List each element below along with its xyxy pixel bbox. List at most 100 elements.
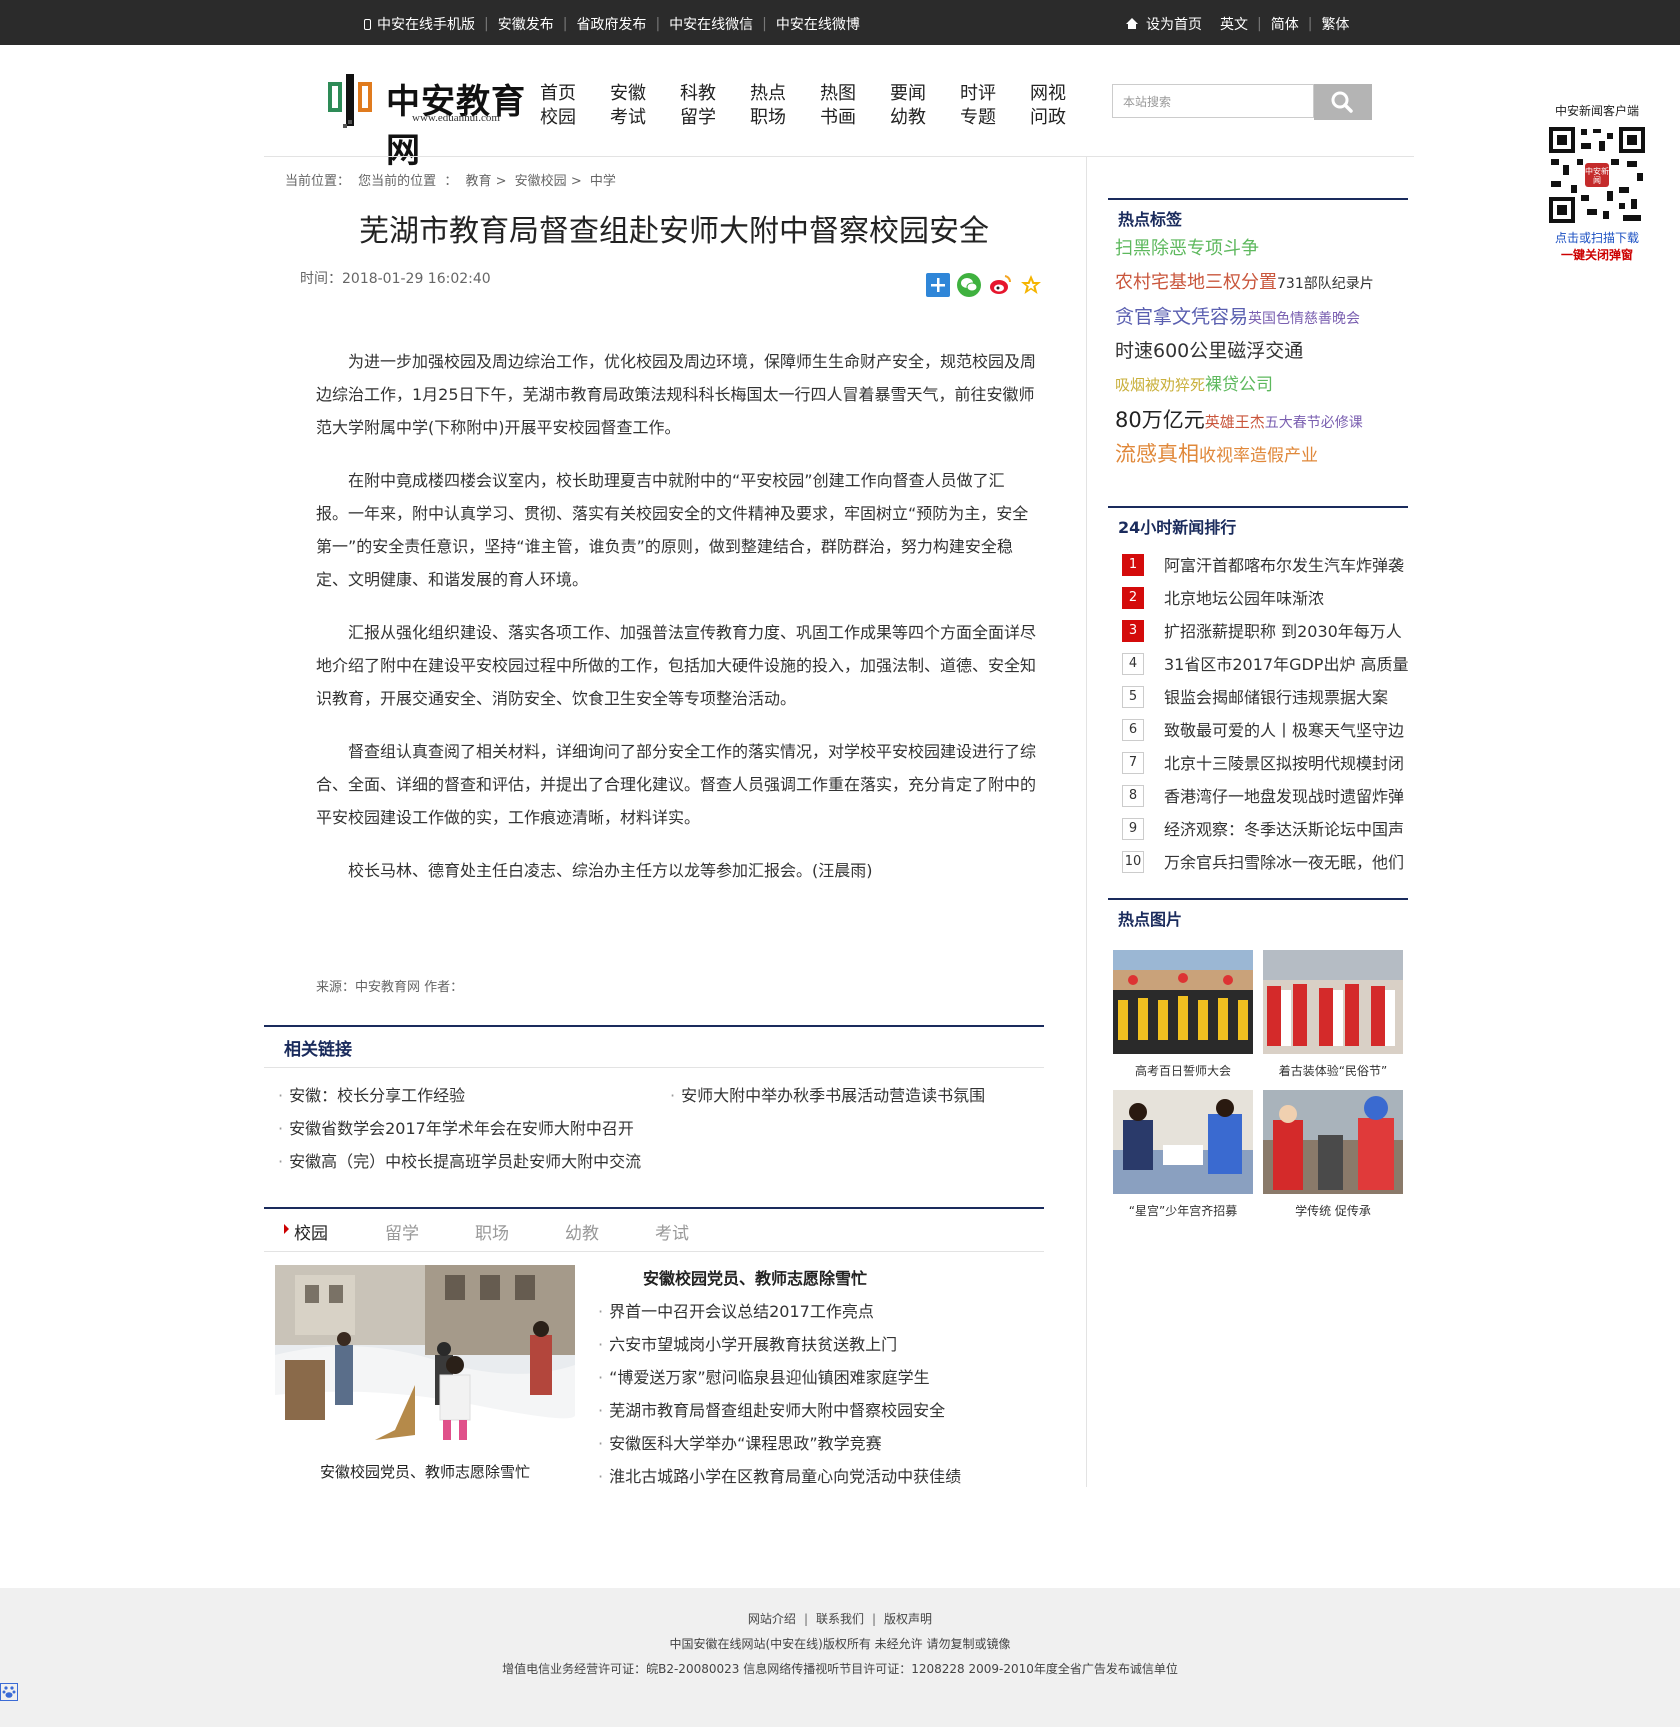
top-link-weibo[interactable]: 中安在线微博 <box>776 14 860 34</box>
hot-tag[interactable]: 裸贷公司 <box>1205 375 1273 395</box>
hot-tag[interactable]: 英雄王杰 <box>1205 413 1265 431</box>
top-link-wechat[interactable]: 中安在线微信 <box>669 14 753 34</box>
english-link[interactable]: 英文 <box>1220 14 1248 34</box>
set-homepage-link[interactable]: 设为首页 <box>1146 14 1202 34</box>
nav-hot-pics[interactable]: 热图 <box>820 83 856 104</box>
breadcrumb-middle-school[interactable]: 中学 <box>590 174 616 189</box>
hot-pic-image[interactable] <box>1113 950 1253 1054</box>
nav-science[interactable]: 科教 <box>680 83 716 104</box>
rank-item[interactable]: 8 香港湾仔一地盘发现战时遗留炸弹 <box>1122 781 1422 814</box>
hot-tag[interactable]: 时速600公里磁浮交通 <box>1115 340 1303 362</box>
rank-item[interactable]: 4 31省区市2017年GDP出炉 高质量 <box>1122 649 1422 682</box>
share-weibo-icon[interactable] <box>988 273 1012 297</box>
nav-campus[interactable]: 校园 <box>540 107 576 128</box>
related-link[interactable]: 安师大附中举办秋季书展活动营造读书氛围 <box>670 1082 985 1106</box>
nav-special[interactable]: 专题 <box>960 107 996 128</box>
rank-title[interactable]: 扩招涨薪提职称 到2030年每万人 <box>1164 618 1402 642</box>
related-link[interactable]: 安徽省数学会2017年学术年会在安师大附中召开 <box>278 1115 634 1139</box>
list-item[interactable]: 安徽医科大学举办“课程思政”教学竞赛 <box>598 1427 961 1460</box>
tab-study-abroad[interactable]: 留学 <box>385 1219 419 1244</box>
share-more-icon[interactable] <box>926 273 950 297</box>
hot-tag[interactable]: 80万亿元 <box>1115 408 1205 432</box>
search-input[interactable]: 本站搜索 <box>1112 84 1314 118</box>
related-link[interactable]: 安徽高（完）中校长提高班学员赴安师大附中交流 <box>278 1148 641 1172</box>
top-link-mobile[interactable]: 中安在线手机版 <box>377 14 475 34</box>
nav-hot[interactable]: 热点 <box>750 83 786 104</box>
list-item[interactable]: 芜湖市教育局督查组赴安师大附中督察校园安全 <box>598 1394 961 1427</box>
rank-item[interactable]: 5 银监会揭邮储银行违规票据大案 <box>1122 682 1422 715</box>
hot-tag[interactable]: 731部队纪录片 <box>1277 276 1374 292</box>
rank-title[interactable]: 香港湾仔一地盘发现战时遗留炸弹 <box>1164 783 1404 807</box>
rank-title[interactable]: 经济观察：冬季达沃斯论坛中国声 <box>1164 816 1404 840</box>
rank-title[interactable]: 银监会揭邮储银行违规票据大案 <box>1164 684 1388 708</box>
top-link-anhui-release[interactable]: 安徽发布 <box>498 14 554 34</box>
nav-anhui[interactable]: 安徽 <box>610 83 646 104</box>
tab-campus[interactable]: 校园 <box>294 1219 328 1244</box>
rank-title[interactable]: 31省区市2017年GDP出炉 高质量 <box>1164 651 1409 675</box>
nav-calligraphy[interactable]: 书画 <box>820 107 856 128</box>
rank-item[interactable]: 10 万余官兵扫雪除冰一夜无眠，他们 <box>1122 847 1422 880</box>
list-item[interactable]: 六安市望城岗小学开展教育扶贫送教上门 <box>598 1328 961 1361</box>
nav-commentary[interactable]: 时评 <box>960 83 996 104</box>
hot-tag[interactable]: 五大春节必修课 <box>1265 415 1363 431</box>
tab-career[interactable]: 职场 <box>475 1219 509 1244</box>
nav-home[interactable]: 首页 <box>540 83 576 104</box>
footer-link-contact[interactable]: 联系我们 <box>816 1612 864 1626</box>
nav-exam[interactable]: 考试 <box>610 107 646 128</box>
hot-tag[interactable]: 收视率造假产业 <box>1199 446 1318 466</box>
feature-image-caption[interactable]: 安徽校园党员、教师志愿除雪忙 <box>275 1461 575 1482</box>
rank-item[interactable]: 6 致敬最可爱的人丨极寒天气坚守边 <box>1122 715 1422 748</box>
rank-item[interactable]: 3 扩招涨薪提职称 到2030年每万人 <box>1122 616 1422 649</box>
breadcrumb-anhui-campus[interactable]: 安徽校园 <box>515 174 567 189</box>
list-item[interactable]: “博爱送万家”慰问临泉县迎仙镇困难家庭学生 <box>598 1361 961 1394</box>
rank-item[interactable]: 2 北京地坛公园年味渐浓 <box>1122 583 1422 616</box>
rank-title[interactable]: 北京十三陵景区拟按明代规模封闭 <box>1164 750 1404 774</box>
nav-news[interactable]: 要闻 <box>890 83 926 104</box>
footer-link-about[interactable]: 网站介绍 <box>748 1612 796 1626</box>
site-logo[interactable]: 中安教育网 www.eduanhui.com <box>326 72 526 171</box>
list-item[interactable]: 界首一中召开会议总结2017工作亮点 <box>598 1295 961 1328</box>
tab-exam[interactable]: 考试 <box>655 1219 689 1244</box>
rank-title[interactable]: 阿富汗首都喀布尔发生汽车炸弹袭 <box>1164 552 1404 576</box>
nav-inquiry[interactable]: 问政 <box>1030 107 1066 128</box>
hot-tag[interactable]: 吸烟被劝猝死 <box>1115 376 1205 394</box>
simplified-link[interactable]: 简体 <box>1271 14 1299 34</box>
favorite-star-icon[interactable] <box>1019 273 1043 297</box>
hot-pic-caption[interactable]: 着古装体验“民俗节” <box>1263 1062 1403 1079</box>
hot-tag[interactable]: 英国色情慈善晚会 <box>1248 311 1360 327</box>
hot-pic-caption[interactable]: 学传统 促传承 <box>1263 1202 1403 1219</box>
nav-video[interactable]: 网视 <box>1030 83 1066 104</box>
feature-title[interactable]: 安徽校园党员、教师志愿除雪忙 <box>600 1265 910 1289</box>
hot-pic-image[interactable] <box>1113 1090 1253 1194</box>
search-button[interactable] <box>1314 84 1372 120</box>
hot-tag[interactable]: 农村宅基地三权分置 <box>1115 272 1277 293</box>
footer-link-copyright[interactable]: 版权声明 <box>884 1612 932 1626</box>
related-link[interactable]: 安徽：校长分享工作经验 <box>278 1082 465 1106</box>
hot-pic-caption[interactable]: “星宫”少年宫齐招募 <box>1113 1202 1253 1219</box>
hot-pic-image[interactable] <box>1263 950 1403 1054</box>
top-link-gov-release[interactable]: 省政府发布 <box>576 14 646 34</box>
hot-pic-image[interactable] <box>1263 1090 1403 1194</box>
breadcrumb-education[interactable]: 教育 <box>465 174 491 189</box>
share-wechat-icon[interactable] <box>957 273 981 297</box>
baidu-paw-icon[interactable] <box>0 1683 18 1701</box>
hot-tag[interactable]: 贪官拿文凭容易 <box>1115 306 1248 328</box>
qr-close-button[interactable]: 一键关闭弹窗 <box>1532 246 1662 263</box>
qr-code[interactable]: 中安新闻 <box>1547 125 1647 225</box>
nav-preschool[interactable]: 幼教 <box>890 107 926 128</box>
rank-item[interactable]: 7 北京十三陵景区拟按明代规模封闭 <box>1122 748 1422 781</box>
nav-career[interactable]: 职场 <box>750 107 786 128</box>
rank-title[interactable]: 万余官兵扫雪除冰一夜无眠，他们 <box>1164 849 1404 873</box>
rank-title[interactable]: 北京地坛公园年味渐浓 <box>1164 585 1324 609</box>
qr-download-text[interactable]: 点击或扫描下载 <box>1532 229 1662 246</box>
list-item[interactable]: 淮北古城路小学在区教育局童心向党活动中获佳绩 <box>598 1460 961 1493</box>
traditional-link[interactable]: 繁体 <box>1321 14 1349 34</box>
hot-tag[interactable]: 流感真相 <box>1115 442 1199 466</box>
feature-image[interactable] <box>275 1265 575 1455</box>
tab-preschool[interactable]: 幼教 <box>565 1219 599 1244</box>
rank-item[interactable]: 9 经济观察：冬季达沃斯论坛中国声 <box>1122 814 1422 847</box>
nav-study-abroad[interactable]: 留学 <box>680 107 716 128</box>
hot-pic-caption[interactable]: 高考百日誓师大会 <box>1113 1062 1253 1079</box>
hot-tag[interactable]: 扫黑除恶专项斗争 <box>1115 238 1259 259</box>
rank-item[interactable]: 1 阿富汗首都喀布尔发生汽车炸弹袭 <box>1122 550 1422 583</box>
